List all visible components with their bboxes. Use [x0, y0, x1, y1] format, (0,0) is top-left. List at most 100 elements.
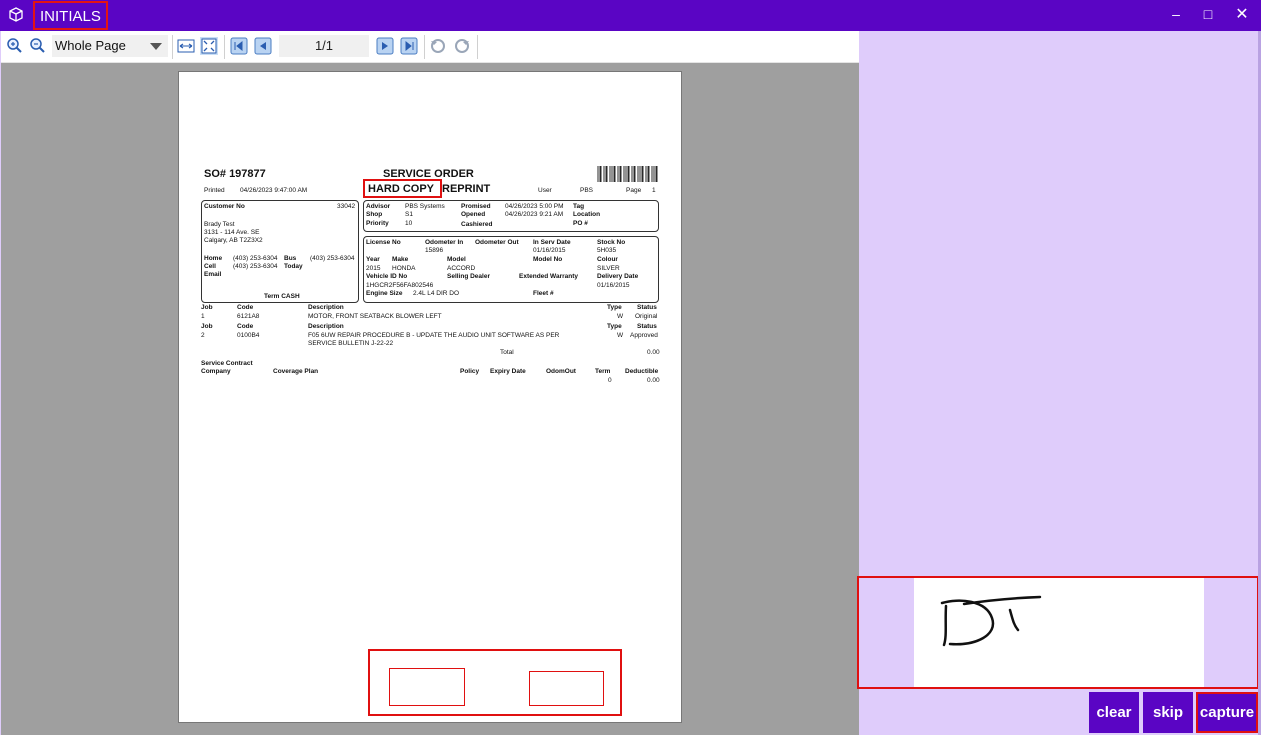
signature-strokes: DT: [940, 595, 1042, 647]
hard-copy-label: HARD COPY: [368, 183, 435, 195]
zoom-out-icon[interactable]: [28, 37, 46, 55]
job-description: MOTOR, FRONT SEATBACK BLOWER LEFT: [308, 313, 442, 320]
advisor-value: PBS Systems: [405, 203, 445, 210]
customer-address1: 3131 - 114 Ave. SE: [204, 229, 260, 236]
service-contract-title: Service Contract: [201, 360, 253, 367]
chevron-down-icon: [150, 43, 162, 50]
colour-label: Colour: [597, 256, 618, 263]
title-bar: [0, 0, 1261, 31]
barcode: [597, 166, 658, 182]
toolbar-separator: [224, 35, 225, 59]
type-header: Type: [607, 323, 622, 330]
company-label: Company: [201, 368, 231, 375]
page-label: Page: [626, 187, 642, 194]
delivery-date-value: 01/16/2015: [597, 282, 630, 289]
cell-label: Cell: [204, 263, 216, 270]
job-status: Approved: [630, 332, 658, 339]
status-header: Status: [637, 323, 657, 330]
opened-label: Opened: [461, 211, 486, 218]
promised-label: Promised: [461, 203, 491, 210]
zoom-in-icon[interactable]: [5, 37, 23, 55]
shop-value: S1: [405, 211, 413, 218]
last-page-icon[interactable]: [400, 37, 418, 55]
vin-label: Vehicle ID No: [366, 273, 408, 280]
fit-width-icon[interactable]: [177, 37, 195, 55]
description-header: Description: [308, 304, 344, 311]
bus-value: (403) 253-6304: [310, 255, 355, 262]
previous-page-icon[interactable]: [254, 37, 272, 55]
next-page-icon[interactable]: [376, 37, 394, 55]
customer-box: [201, 200, 359, 303]
cube-icon: [9, 7, 23, 22]
close-button[interactable]: ✕: [1225, 0, 1259, 31]
status-header: Status: [637, 304, 657, 311]
vin-value: 1HGCR2F56FA802546: [366, 282, 434, 289]
expiry-date-label: Expiry Date: [490, 368, 526, 375]
bus-label: Bus: [284, 255, 297, 262]
stock-value: 5H035: [597, 247, 617, 254]
selling-dealer-label: Selling Dealer: [447, 273, 490, 280]
job-type: W: [617, 313, 624, 320]
printed-label: Printed: [204, 187, 225, 194]
toolbar-separator: [172, 35, 173, 59]
job-type: W: [617, 332, 624, 339]
zoom-select[interactable]: Whole Page: [52, 35, 168, 57]
zoom-select-value: Whole Page: [55, 38, 126, 53]
clear-button[interactable]: clear: [1089, 692, 1139, 733]
maximize-button[interactable]: □: [1191, 0, 1225, 31]
priority-value: 10: [405, 220, 413, 227]
colour-value: SILVER: [597, 265, 620, 272]
printed-value: 04/26/2023 9:47:00 AM: [240, 187, 308, 194]
shop-label: Shop: [366, 211, 383, 218]
job-header: Job: [201, 323, 213, 330]
job-code: 6121A8: [237, 313, 260, 320]
model-label: Model: [447, 256, 466, 263]
capture-button[interactable]: capture: [1196, 692, 1258, 733]
job-number: 2: [201, 332, 205, 339]
fit-page-icon[interactable]: [200, 37, 218, 55]
stock-label: Stock No: [597, 239, 626, 246]
rotate-left-icon[interactable]: [429, 37, 447, 55]
model-value: ACCORD: [447, 265, 476, 272]
policy-label: Policy: [460, 368, 480, 375]
inserv-label: In Serv Date: [533, 239, 571, 246]
opened-value: 04/26/2023 9:21 AM: [505, 211, 564, 218]
toolbar-separator: [477, 35, 478, 59]
toolbar-separator: [424, 35, 425, 59]
reprint-label: REPRINT: [442, 183, 491, 195]
advisor-label: Advisor: [366, 203, 391, 210]
code-header: Code: [237, 304, 254, 311]
first-page-icon[interactable]: [230, 37, 248, 55]
email-label: Email: [204, 271, 222, 278]
code-header: Code: [237, 323, 254, 330]
job-description: F05 6UW REPAIR PROCEDURE B - UPDATE THE …: [308, 332, 560, 339]
skip-button[interactable]: skip: [1143, 692, 1193, 733]
user-label: User: [538, 187, 552, 194]
job-status: Original: [635, 313, 658, 320]
rotate-right-icon[interactable]: [453, 37, 471, 55]
window-title: INITIALS: [33, 1, 108, 30]
initials-box-right[interactable]: [529, 671, 604, 706]
home-label: Home: [204, 255, 223, 262]
deductible-value: 0.00: [647, 377, 660, 384]
minimize-button[interactable]: –: [1159, 0, 1193, 31]
customer-name: Brady Test: [204, 221, 235, 228]
odometer-in-label: Odometer In: [425, 239, 464, 246]
job-number: 1: [201, 313, 205, 320]
page-indicator[interactable]: 1/1: [279, 35, 369, 57]
tag-label: Tag: [573, 203, 585, 210]
make-value: HONDA: [392, 265, 416, 272]
so-number: SO# 197877: [204, 168, 266, 180]
job-code: 0100B4: [237, 332, 260, 339]
total-value: 0.00: [647, 349, 660, 356]
priority-label: Priority: [366, 220, 389, 227]
coverage-plan-label: Coverage Plan: [273, 368, 319, 375]
engine-size-value: 2.4L L4 DIR DO: [413, 290, 460, 297]
description-header: Description: [308, 323, 344, 330]
po-label: PO #: [573, 220, 588, 227]
signature-pad[interactable]: DT: [914, 578, 1204, 687]
initials-box-left[interactable]: [389, 668, 465, 706]
customer-address2: Calgary, AB T2Z3X2: [204, 237, 263, 244]
term-value: 0: [608, 377, 612, 384]
home-value: (403) 253-6304: [233, 255, 278, 262]
